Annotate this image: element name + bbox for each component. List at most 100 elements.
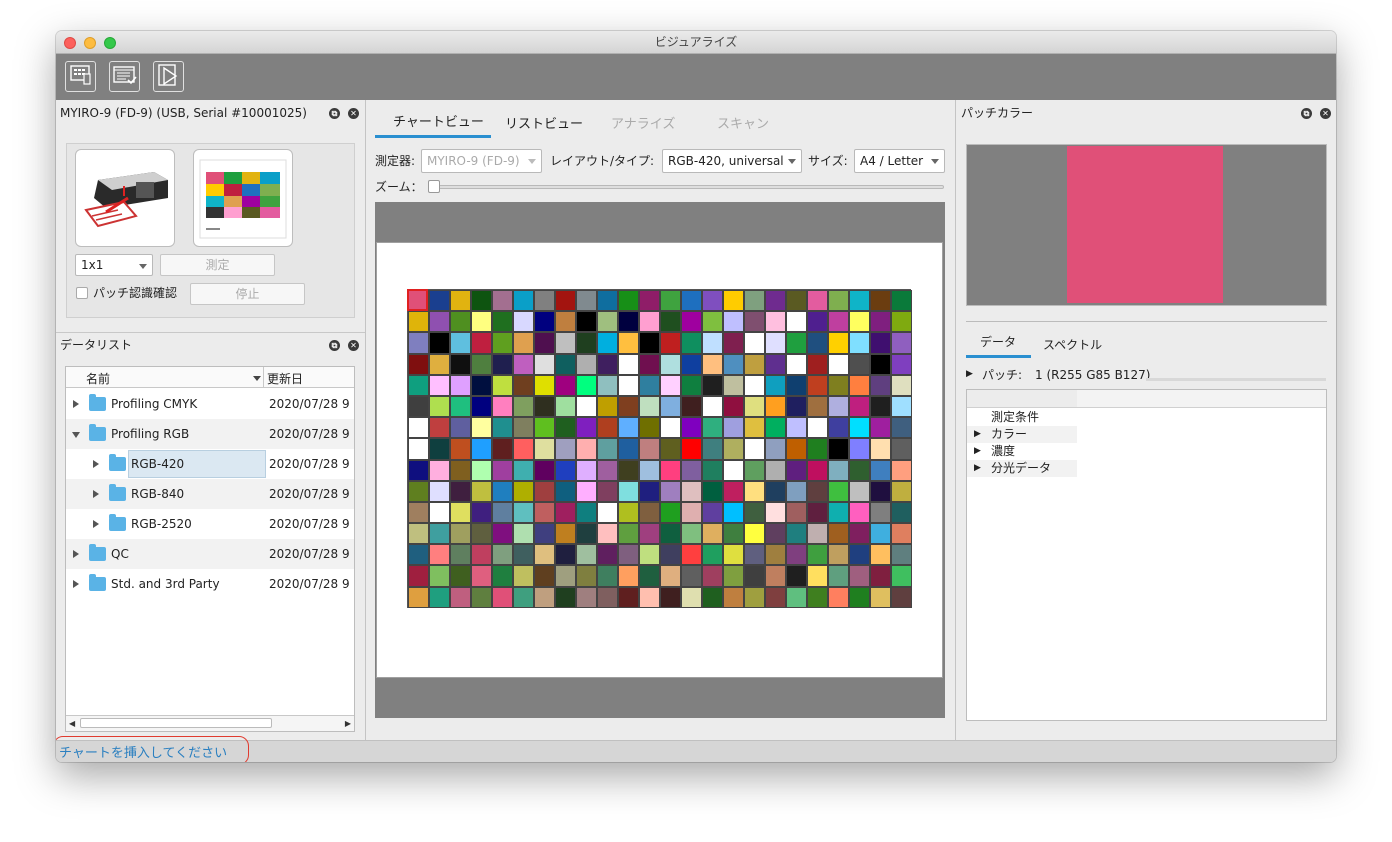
patch-cell[interactable] [555,374,576,396]
patch-cell[interactable] [450,374,471,396]
patch-cell[interactable] [618,332,639,354]
close-panel-icon[interactable]: ✕ [1320,108,1331,119]
patch-cell[interactable] [723,501,744,524]
patch-cell[interactable] [765,523,786,545]
patch-cell[interactable] [576,332,597,354]
patch-cell[interactable] [408,565,429,587]
patch-cell[interactable] [828,332,849,354]
expand-icon[interactable]: ▶ [966,369,973,379]
patch-cell[interactable] [849,459,870,481]
patch-cell[interactable] [723,523,744,545]
patch-cell[interactable] [849,544,870,566]
patch-cell[interactable] [639,565,660,587]
patch-cell[interactable] [576,501,597,524]
patch-cell[interactable] [555,480,576,502]
patch-recognition-checkbox[interactable] [76,287,88,299]
patch-cell[interactable] [618,395,639,418]
patch-cell[interactable] [681,586,702,608]
patch-cell[interactable] [597,353,618,375]
patch-cell[interactable] [660,332,681,354]
patch-cell[interactable] [744,459,765,481]
patch-cell[interactable] [870,480,891,502]
patch-cell[interactable] [408,290,429,312]
patch-cell[interactable] [807,480,828,502]
patch-cell[interactable] [870,395,891,418]
patch-cell[interactable] [618,586,639,608]
patch-cell[interactable] [492,311,513,333]
patch-cell[interactable] [765,395,786,418]
zoom-slider-thumb[interactable] [428,180,440,193]
patch-cell[interactable] [576,395,597,418]
patch-cell[interactable] [723,353,744,375]
patch-cell[interactable] [849,311,870,333]
patch-cell[interactable] [828,311,849,333]
patch-cell[interactable] [786,332,807,354]
patch-cell[interactable] [429,395,450,418]
patch-cell[interactable] [597,523,618,545]
patch-cell[interactable] [870,311,891,333]
tree-item[interactable]: 測定条件 [967,409,1077,426]
patch-cell[interactable] [702,501,723,524]
patch-cell[interactable] [429,480,450,502]
patch-cell[interactable] [660,501,681,524]
patch-cell[interactable] [555,311,576,333]
collapse-icon[interactable] [72,432,80,438]
patch-cell[interactable] [744,353,765,375]
patch-cell[interactable] [660,290,681,312]
patch-cell[interactable] [870,417,891,439]
expand-icon[interactable]: ▶ [974,443,981,460]
patch-cell[interactable] [828,501,849,524]
patch-cell[interactable] [618,459,639,481]
patch-cell[interactable] [702,332,723,354]
patch-cell[interactable] [786,544,807,566]
patch-cell[interactable] [555,332,576,354]
patch-cell[interactable] [597,290,618,312]
close-panel-icon[interactable]: ✕ [348,108,359,119]
patch-cell[interactable] [471,501,492,524]
scroll-right-icon[interactable]: ▶ [345,719,351,728]
table-row-selected[interactable]: RGB-420 2020/07/28 9 [66,449,354,479]
tree-item[interactable]: ▶ 分光データ [967,460,1077,477]
patch-cell[interactable] [849,290,870,312]
patch-cell[interactable] [576,586,597,608]
patch-cell[interactable] [828,395,849,418]
patch-cell[interactable] [534,565,555,587]
patch-cell[interactable] [807,586,828,608]
patch-cell[interactable] [891,395,912,418]
patch-cell[interactable] [555,438,576,460]
patch-cell[interactable] [786,523,807,545]
patch-cell[interactable] [786,395,807,418]
patch-cell[interactable] [891,523,912,545]
patch-cell[interactable] [807,417,828,439]
patch-cell[interactable] [786,459,807,481]
patch-cell[interactable] [702,311,723,333]
patch-cell[interactable] [618,501,639,524]
patch-cell[interactable] [450,395,471,418]
patch-cell[interactable] [849,395,870,418]
table-row[interactable]: RGB-840 2020/07/28 9 [66,479,354,509]
patch-cell[interactable] [723,290,744,312]
restore-panel-icon[interactable]: ⧉ [329,108,340,119]
patch-cell[interactable] [681,290,702,312]
patch-cell[interactable] [513,417,534,439]
patch-cell[interactable] [807,395,828,418]
tab-spectrum[interactable]: スペクトル [1043,334,1102,356]
measure-button[interactable]: 測定 [160,254,275,276]
patch-cell[interactable] [429,586,450,608]
patch-cell[interactable] [534,480,555,502]
patch-cell[interactable] [618,311,639,333]
patch-cell[interactable] [639,353,660,375]
patch-cell[interactable] [450,544,471,566]
patch-cell[interactable] [534,459,555,481]
patch-cell[interactable] [765,480,786,502]
patch-cell[interactable] [513,459,534,481]
patch-cell[interactable] [513,565,534,587]
patch-cell[interactable] [807,523,828,545]
patch-cell[interactable] [429,438,450,460]
col-updated[interactable]: 更新日 [267,370,303,387]
patch-cell[interactable] [765,417,786,439]
restore-panel-icon[interactable]: ⧉ [329,340,340,351]
patch-cell[interactable] [492,374,513,396]
patch-cell[interactable] [576,480,597,502]
patch-cell[interactable] [513,544,534,566]
